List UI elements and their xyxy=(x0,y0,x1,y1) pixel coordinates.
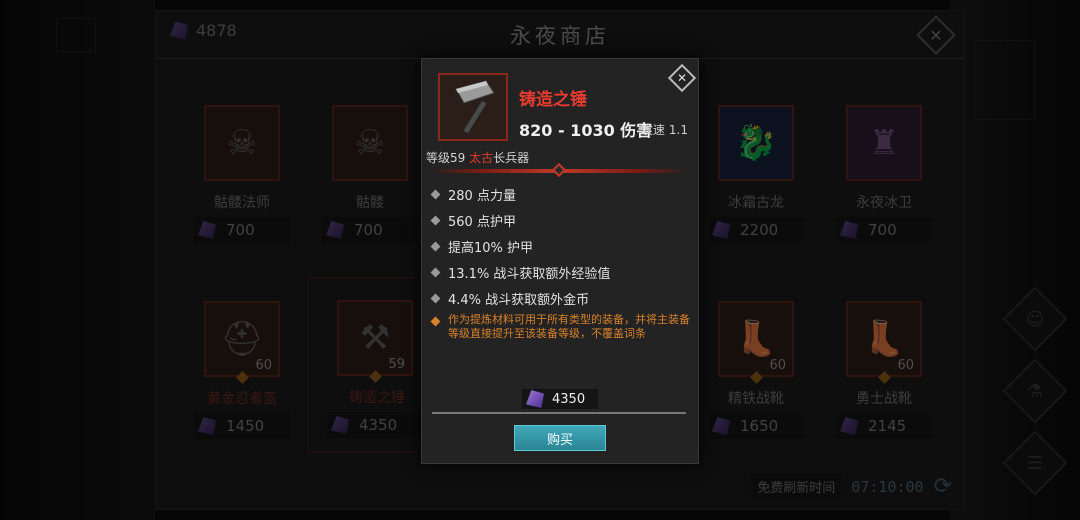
item-quality: 太古 xyxy=(469,151,494,165)
item-type-line: 等级59 太古长兵器 xyxy=(426,149,529,166)
bullet-icon xyxy=(430,241,441,251)
stat-line: 280 点力量 xyxy=(430,181,692,207)
stat-text: 提高10% 护甲 xyxy=(448,240,534,256)
stat-text: 280 点力量 xyxy=(448,188,516,204)
stat-line: 13.1% 战斗获取额外经验值 xyxy=(430,259,692,285)
attack-speed-value: 1.1 xyxy=(668,123,688,137)
item-detail-popup: ✕ 铸造之锤 820 - 1030 伤害 攻速 1.1 等级59 太古长兵器 28… xyxy=(421,58,699,464)
hammer-icon xyxy=(455,80,495,135)
bullet-icon xyxy=(430,189,441,199)
gem-icon xyxy=(526,390,544,408)
item-note-text: 作为提炼材料可用于所有类型的装备，并将主装备等级直接提升至该装备等级，不覆盖词条 xyxy=(448,313,690,340)
close-icon: ✕ xyxy=(676,71,688,85)
bullet-icon xyxy=(430,267,441,277)
item-level-text: 等级59 xyxy=(426,151,470,165)
bullet-icon xyxy=(430,293,441,303)
stat-text: 4.4% 战斗获取额外金币 xyxy=(448,292,590,308)
item-stats-list: 280 点力量 560 点护甲 提高10% 护甲 13.1% 战斗获取额外经验值… xyxy=(430,181,692,311)
item-icon-frame xyxy=(438,73,508,141)
price-divider xyxy=(432,412,686,414)
buy-button[interactable]: 购买 xyxy=(514,425,606,451)
attack-speed-label: 攻速 xyxy=(640,123,665,137)
attack-speed: 攻速 1.1 xyxy=(641,121,688,138)
bullet-icon xyxy=(430,316,441,327)
popup-price: 4350 xyxy=(522,389,598,409)
stat-text: 560 点护甲 xyxy=(448,214,516,230)
item-title: 铸造之锤 xyxy=(519,90,587,110)
stat-line: 提高10% 护甲 xyxy=(430,233,692,259)
popup-close-button[interactable]: ✕ xyxy=(667,63,697,93)
stat-text: 13.1% 战斗获取额外经验值 xyxy=(448,266,611,282)
divider-ornament xyxy=(551,162,567,178)
popup-price-value: 4350 xyxy=(552,391,586,407)
stat-line: 560 点护甲 xyxy=(430,207,692,233)
item-category: 长兵器 xyxy=(493,151,530,165)
bullet-icon xyxy=(430,215,441,225)
item-note: 作为提炼材料可用于所有类型的装备，并将主装备等级直接提升至该装备等级，不覆盖词条 xyxy=(430,313,694,341)
item-damage: 820 - 1030 伤害 xyxy=(519,121,653,140)
stat-line: 4.4% 战斗获取额外金币 xyxy=(430,285,692,311)
ornate-divider xyxy=(430,162,688,178)
